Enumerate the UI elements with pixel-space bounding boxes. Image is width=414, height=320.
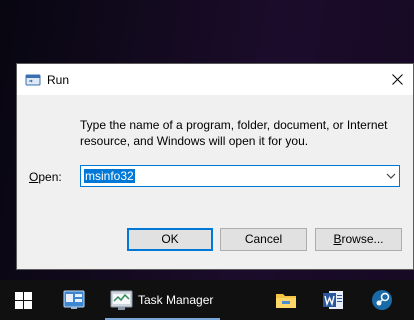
open-label-text: pen: — [38, 170, 62, 184]
open-input[interactable]: msinfo32 — [80, 165, 400, 187]
dialog-title: Run — [47, 73, 70, 87]
run-dialog: Run Type the name of a program, folder, … — [16, 63, 414, 270]
title-bar[interactable]: Run — [17, 64, 413, 95]
browse-button[interactable]: Browse... — [315, 228, 402, 251]
browse-label: rowse... — [341, 232, 384, 246]
run-icon — [25, 74, 41, 86]
file-explorer-icon[interactable] — [275, 290, 297, 310]
close-icon[interactable] — [387, 70, 407, 90]
open-label-accesskey: O — [29, 170, 39, 184]
steam-icon[interactable] — [371, 289, 393, 311]
chevron-down-icon[interactable] — [386, 172, 396, 180]
windows-start-icon[interactable] — [15, 292, 32, 309]
task-manager-icon[interactable] — [110, 289, 134, 311]
control-panel-icon[interactable] — [63, 290, 85, 310]
description-line-2: resource, and Windows will open it for y… — [80, 134, 309, 148]
task-manager-label[interactable]: Task Manager — [138, 293, 213, 307]
taskbar: Task Manager — [0, 280, 414, 320]
open-input-value[interactable]: msinfo32 — [84, 169, 135, 183]
description-line-1: Type the name of a program, folder, docu… — [80, 118, 388, 132]
cancel-button[interactable]: Cancel — [220, 228, 307, 251]
browse-accesskey: B — [333, 232, 342, 246]
word-icon[interactable] — [322, 289, 344, 311]
ok-button[interactable]: OK — [127, 228, 213, 251]
open-label: Open: — [29, 170, 62, 184]
